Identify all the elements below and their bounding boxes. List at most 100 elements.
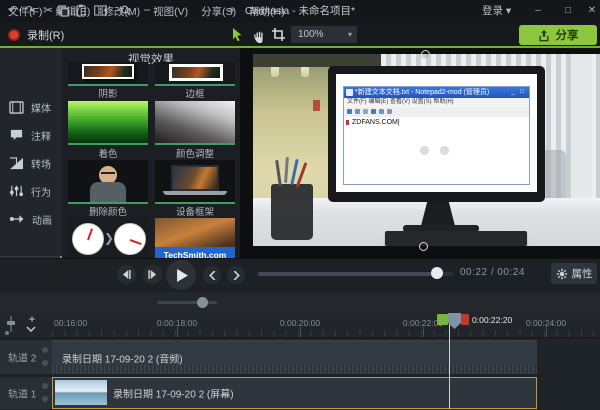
track-visibility-toggle[interactable] bbox=[42, 360, 48, 366]
redo-button[interactable]: ↷ bbox=[22, 0, 38, 21]
timeline-ruler[interactable]: 00:16:00 0:00:18:00 0:00:20:00 0:00:22:0… bbox=[52, 313, 600, 338]
play-icon bbox=[176, 269, 189, 282]
timeline-zoom-out-button[interactable]: − bbox=[140, 0, 154, 21]
collapse-tracks-button[interactable] bbox=[26, 326, 36, 332]
record-label: 录制(R) bbox=[27, 27, 64, 43]
window-title: Camtasia - 未命名项目* bbox=[245, 0, 355, 22]
effect-tile-device-frame[interactable] bbox=[155, 160, 235, 204]
signin-button[interactable]: 登录 ▾ bbox=[482, 0, 511, 22]
ceiling-lamp bbox=[301, 67, 309, 77]
properties-button[interactable]: 属性 bbox=[551, 263, 597, 284]
track-row-2[interactable]: 录制日期 17-09-20 2 (音频) bbox=[52, 340, 600, 374]
maximize-button[interactable]: □ bbox=[559, 0, 577, 22]
track-lock-toggle[interactable] bbox=[42, 383, 48, 389]
sidebar-item-label: 动画 bbox=[32, 212, 52, 227]
speech-bubble-icon bbox=[9, 128, 24, 142]
step-forward-icon bbox=[148, 270, 157, 279]
effects-panel: 视觉效果 阴影 边框 着色 颜色调整 删除颜色 设备框架 bbox=[62, 48, 240, 258]
canvas-preview[interactable]: *新建文本文档.txt - Notepad2-mod (管理员) _ □ 文件(… bbox=[240, 48, 600, 258]
sidebar-item-behaviors[interactable]: 行为 bbox=[0, 178, 62, 204]
sidebar-item-label: 行为 bbox=[31, 184, 51, 199]
effect-tile-color-adjust[interactable] bbox=[155, 101, 235, 145]
select-cursor-tool[interactable] bbox=[230, 27, 248, 43]
effect-tile-border[interactable] bbox=[155, 62, 235, 86]
effect-tile-remove-color[interactable] bbox=[68, 160, 148, 204]
record-button[interactable]: 录制(R) bbox=[8, 27, 64, 43]
screen-clip-selected[interactable]: 录制日期 17-09-20 2 (屏幕) bbox=[52, 377, 537, 409]
pen-cup bbox=[271, 184, 313, 240]
playhead-in-marker[interactable] bbox=[437, 314, 448, 325]
share-button[interactable]: 分享 bbox=[519, 25, 597, 45]
cursor-arrow-icon bbox=[230, 27, 246, 43]
track-header-2[interactable]: 轨道 2 bbox=[0, 340, 52, 374]
track-visibility-toggle[interactable] bbox=[42, 396, 48, 402]
minimize-button[interactable]: – bbox=[529, 0, 547, 22]
notepad-window: *新建文本文档.txt - Notepad2-mod (管理员) _ □ 文件(… bbox=[343, 86, 530, 185]
pan-hand-tool[interactable] bbox=[252, 27, 270, 43]
undo-button[interactable]: ↶ bbox=[5, 0, 21, 21]
playhead-line[interactable] bbox=[449, 313, 450, 409]
effect-label: 着色 bbox=[68, 146, 148, 160]
copy-button[interactable] bbox=[58, 5, 74, 26]
sidebar-item-annotations[interactable]: 注释 bbox=[0, 122, 62, 148]
device-frame-preview bbox=[155, 160, 235, 202]
camtasia-window: 文件(F) 编辑(E) 修改(M) 视图(V) 分享(S) 帮助(H) Camt… bbox=[0, 0, 600, 410]
track-height-control[interactable] bbox=[5, 316, 17, 334]
seek-slider[interactable] bbox=[258, 272, 441, 276]
notepad-titlebar: *新建文本文档.txt - Notepad2-mod (管理员) bbox=[344, 87, 529, 98]
time-display: 00:22 / 00:24 bbox=[460, 267, 525, 278]
close-button[interactable]: ✕ bbox=[583, 0, 600, 22]
effect-tile-colorize[interactable] bbox=[68, 101, 148, 145]
effect-tile-watermark[interactable]: TechSmith.com bbox=[155, 218, 235, 258]
track-row-1[interactable]: 录制日期 17-09-20 2 (屏幕) bbox=[52, 377, 600, 409]
canvas-zoom-select[interactable]: 100% ▾ bbox=[291, 26, 357, 43]
previous-frame-button[interactable] bbox=[203, 266, 221, 284]
next-clip-button[interactable] bbox=[143, 265, 162, 284]
effect-tile-shadow[interactable] bbox=[68, 62, 148, 86]
next-frame-button[interactable] bbox=[227, 266, 245, 284]
record-icon bbox=[8, 29, 20, 41]
selection-rotate-handle[interactable] bbox=[440, 146, 449, 155]
split-button[interactable] bbox=[94, 5, 112, 26]
notepad-window-controls: _ □ bbox=[504, 89, 526, 96]
properties-label: 属性 bbox=[572, 266, 593, 281]
timeline-zoom-slider[interactable] bbox=[157, 301, 217, 304]
track-name: 轨道 2 bbox=[8, 350, 36, 365]
track-lock-toggle[interactable] bbox=[42, 347, 48, 353]
selection-handle-top[interactable] bbox=[421, 50, 430, 59]
playhead-out-marker[interactable] bbox=[461, 314, 469, 325]
selection-anchor-handle[interactable] bbox=[420, 146, 429, 155]
magnifier-icon bbox=[120, 5, 131, 16]
sidebar-item-media[interactable]: 媒体 bbox=[0, 94, 62, 120]
ruler-major-tick bbox=[177, 327, 178, 337]
sidebar-item-animations[interactable]: 动画 bbox=[0, 206, 62, 232]
track-header-1[interactable]: 轨道 1 bbox=[0, 377, 52, 409]
keyboard bbox=[385, 231, 527, 246]
seek-slider-handle[interactable] bbox=[431, 267, 443, 279]
menu-view[interactable]: 视图(V) bbox=[153, 4, 188, 19]
paste-button[interactable] bbox=[76, 4, 92, 25]
audio-clip[interactable]: 录制日期 17-09-20 2 (音频) bbox=[52, 340, 537, 374]
clock-speed-preview: ❯ bbox=[68, 218, 148, 258]
previous-clip-button[interactable] bbox=[117, 265, 136, 284]
hand-icon bbox=[252, 27, 267, 43]
sidebar-item-label: 注释 bbox=[31, 128, 51, 143]
play-button[interactable] bbox=[166, 260, 196, 290]
cut-button[interactable]: ✂ bbox=[40, 0, 56, 21]
effect-tile-clock-speed[interactable]: ❯ bbox=[68, 218, 148, 258]
effect-label: 颜色调整 bbox=[155, 146, 235, 160]
timeline-zoom-handle[interactable] bbox=[197, 297, 208, 308]
watermark-banner: TechSmith.com bbox=[155, 247, 235, 258]
gear-icon bbox=[556, 268, 568, 280]
selection-handle-bottom[interactable] bbox=[419, 242, 428, 251]
timeline-zoom-in-button[interactable]: + bbox=[225, 0, 239, 21]
playhead-time-label: 0:00:22:20 bbox=[472, 315, 512, 325]
ruler-major-tick bbox=[300, 327, 301, 337]
timeline: + 00:16:00 0:00:18:00 0:00:20:00 0:00:22… bbox=[0, 313, 600, 410]
sidebar-item-transitions[interactable]: 转场 bbox=[0, 150, 62, 176]
crop-tool[interactable] bbox=[271, 27, 289, 43]
timeline-zoom-search[interactable] bbox=[120, 5, 136, 26]
add-track-button[interactable]: + bbox=[24, 313, 40, 325]
track-name: 轨道 1 bbox=[8, 386, 36, 401]
sidebar-item-label: 媒体 bbox=[31, 100, 51, 115]
